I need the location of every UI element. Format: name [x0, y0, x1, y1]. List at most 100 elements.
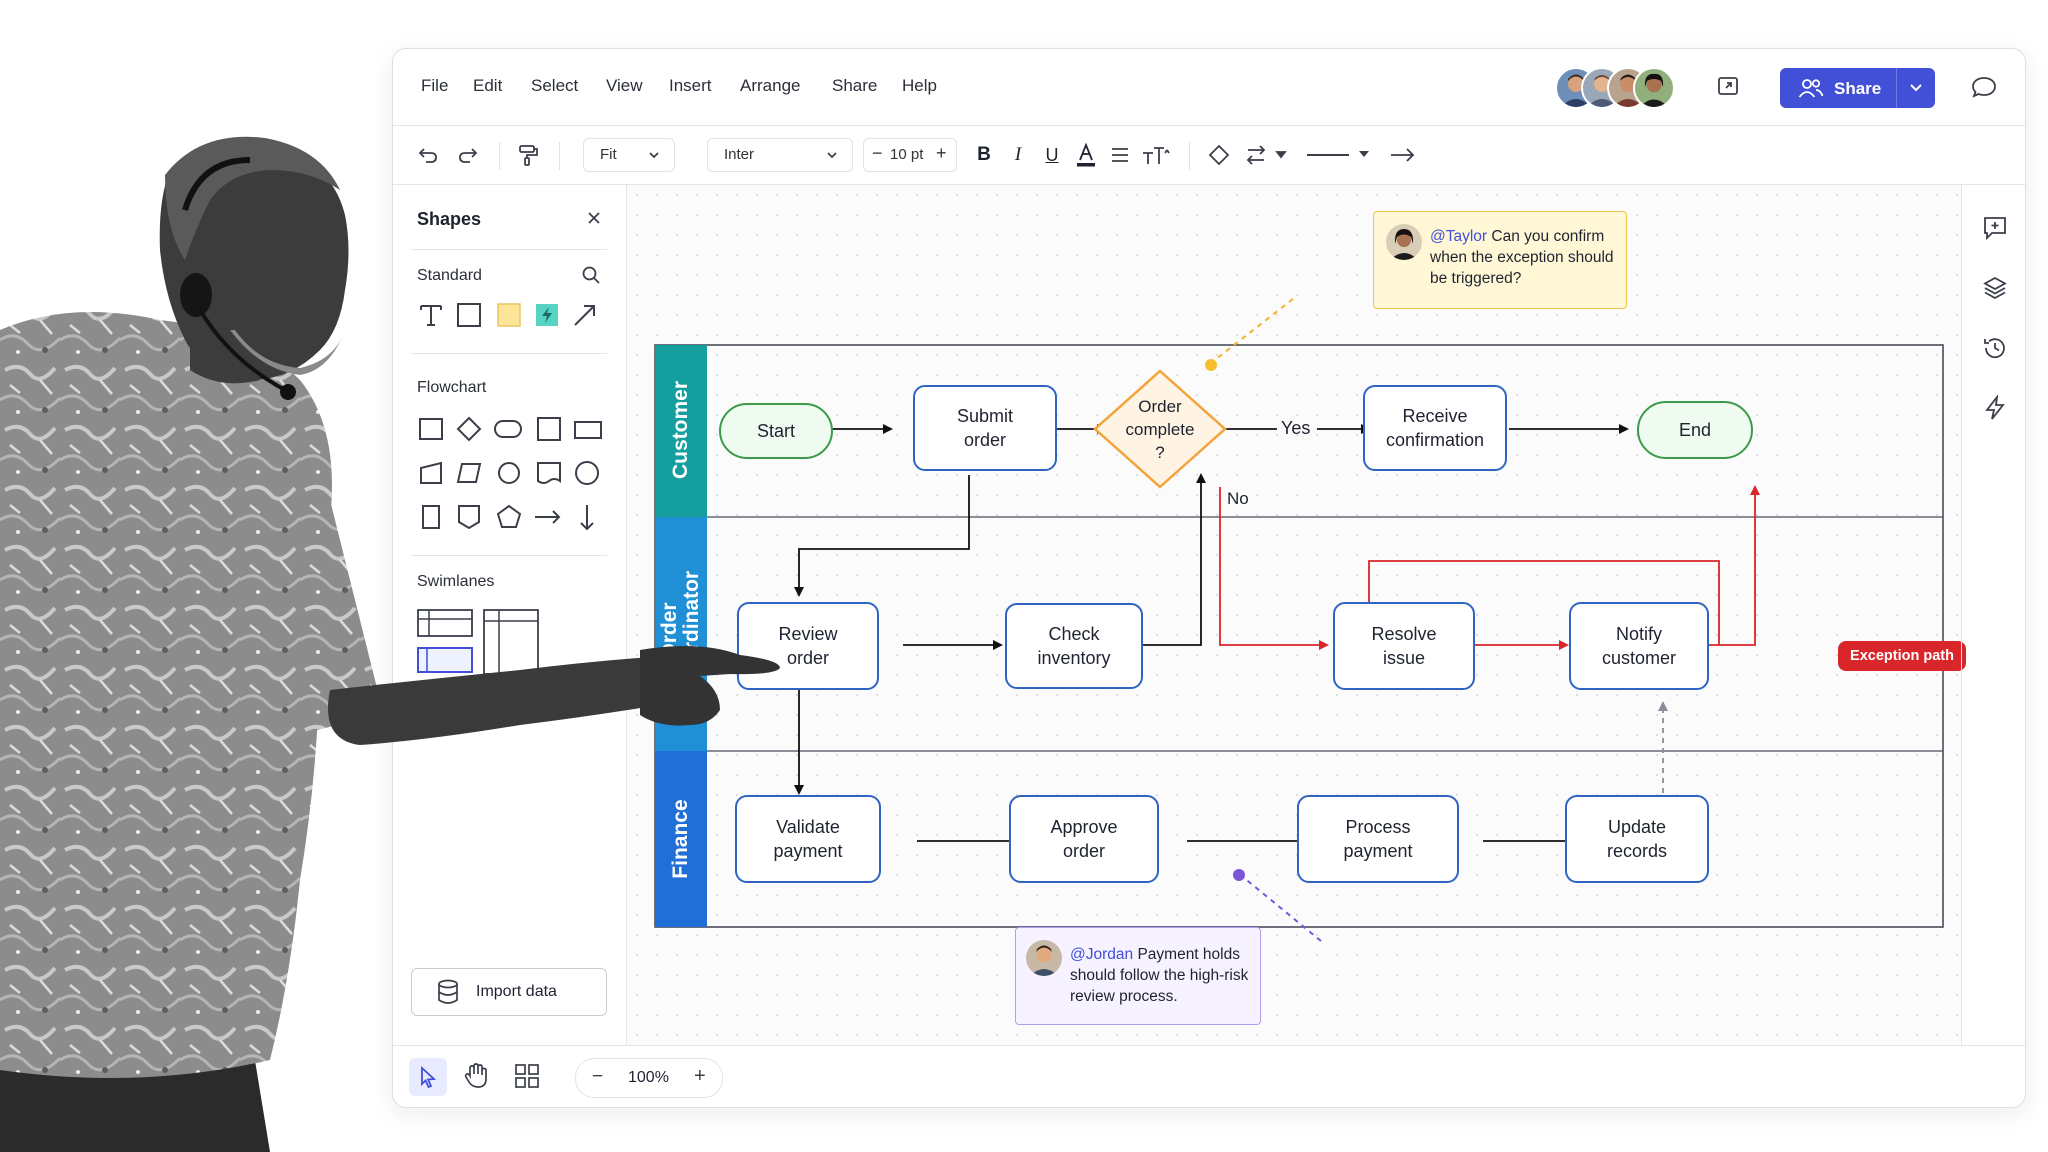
- menu-file[interactable]: File: [421, 76, 448, 96]
- bold-icon[interactable]: B: [973, 140, 995, 170]
- font-dropdown[interactable]: Inter: [707, 138, 853, 172]
- node-end[interactable]: End: [1637, 401, 1753, 459]
- share-label: Share: [1834, 79, 1882, 98]
- menu-help[interactable]: Help: [902, 76, 937, 96]
- line-arrow-icon[interactable]: [571, 301, 599, 329]
- vertical-swimlane-icon[interactable]: [483, 609, 539, 682]
- arrow-right-shape-icon[interactable]: [533, 503, 561, 531]
- wide-rectangle-shape-icon[interactable]: [573, 415, 602, 443]
- text-size-icon[interactable]: [1141, 140, 1171, 170]
- chevron-down-icon: [649, 152, 659, 159]
- zoom-level: 100%: [628, 1069, 669, 1086]
- circle-shape-icon[interactable]: [495, 459, 523, 487]
- menu-insert[interactable]: Insert: [669, 76, 712, 96]
- connector-circle-shape-icon[interactable]: [573, 459, 601, 487]
- manual-operation-shape-icon[interactable]: [455, 459, 483, 487]
- edge-submit-review: [794, 475, 970, 597]
- document-shape-icon[interactable]: [535, 459, 563, 487]
- connector-style-icon[interactable]: [1245, 140, 1289, 170]
- comment-jordan-anchor: [1233, 869, 1245, 881]
- present-icon[interactable]: [1717, 75, 1739, 102]
- menu-edit[interactable]: Edit: [473, 76, 502, 96]
- square-shape-icon[interactable]: [535, 415, 563, 443]
- comment-taylor-anchor: [1205, 359, 1217, 371]
- fit-dropdown[interactable]: Fit: [583, 138, 675, 172]
- shapes-panel: Shapes Standard Flowchart Swimlanes Impo…: [393, 185, 627, 1045]
- font-size-stepper[interactable]: − 10 pt +: [863, 138, 957, 172]
- text-tool-icon[interactable]: [417, 301, 445, 329]
- history-icon[interactable]: [1982, 335, 2008, 366]
- underline-icon[interactable]: U: [1041, 140, 1063, 170]
- edge-no-resolve: [1219, 487, 1329, 650]
- node-resolve-issue[interactable]: Resolve issue: [1333, 602, 1475, 690]
- minus-icon[interactable]: −: [872, 143, 883, 164]
- chevron-down-icon: [827, 152, 837, 159]
- text-color-icon[interactable]: [1075, 140, 1097, 170]
- menu-view[interactable]: View: [606, 76, 643, 96]
- node-review-order[interactable]: Review order: [737, 602, 879, 690]
- layers-icon[interactable]: [1982, 275, 2008, 306]
- node-approve-order[interactable]: Approve order: [1009, 795, 1159, 883]
- comment-taylor-mention[interactable]: @Taylor: [1430, 228, 1487, 245]
- pointer-tool-icon[interactable]: [409, 1058, 447, 1096]
- fit-label: Fit: [600, 146, 617, 163]
- node-notify-customer[interactable]: Notify customer: [1569, 602, 1709, 690]
- node-receive-confirmation[interactable]: Receive confirmation: [1363, 385, 1507, 471]
- redo-icon[interactable]: [455, 140, 481, 170]
- node-submit-order[interactable]: Submit order: [913, 385, 1057, 471]
- horizontal-swimlane-selected-icon[interactable]: [417, 647, 473, 680]
- separator: [499, 142, 500, 170]
- decision-shape-icon[interactable]: [455, 415, 483, 443]
- process-shape-icon[interactable]: [417, 415, 445, 443]
- tall-rectangle-shape-icon[interactable]: [417, 503, 445, 531]
- arrow-down-shape-icon[interactable]: [573, 503, 601, 531]
- zoom-control: − 100% +: [575, 1058, 723, 1098]
- manual-input-shape-icon[interactable]: [417, 459, 445, 487]
- add-comment-icon[interactable]: [1982, 215, 2008, 246]
- horizontal-swimlane-icon[interactable]: [417, 609, 473, 644]
- grid-view-icon[interactable]: [513, 1062, 541, 1095]
- menu-arrange[interactable]: Arrange: [740, 76, 800, 96]
- diagram-canvas[interactable]: Customer Order Coordinator Finance Start…: [627, 185, 1966, 1045]
- comment-jordan-mention[interactable]: @Jordan: [1070, 946, 1133, 963]
- node-start[interactable]: Start: [719, 403, 833, 459]
- lightning-shape-icon[interactable]: [533, 301, 561, 329]
- node-order-complete-decision[interactable]: Order complete ?: [1099, 393, 1221, 465]
- comment-icon[interactable]: [1971, 75, 1997, 104]
- menu-select[interactable]: Select: [531, 76, 578, 96]
- node-update-records[interactable]: Update records: [1565, 795, 1709, 883]
- import-data-button[interactable]: Import data: [411, 968, 607, 1016]
- format-painter-icon[interactable]: [515, 140, 541, 170]
- import-data-label: Import data: [476, 983, 557, 1000]
- edge-label-no: No: [1227, 489, 1249, 508]
- lightning-icon[interactable]: [1982, 393, 2008, 426]
- align-icon[interactable]: [1109, 140, 1131, 170]
- share-button[interactable]: Share: [1780, 68, 1935, 108]
- arrow-end-icon[interactable]: [1388, 140, 1418, 170]
- line-style-icon[interactable]: [1303, 140, 1373, 170]
- close-icon[interactable]: [585, 209, 603, 232]
- rectangle-shape-icon[interactable]: [455, 301, 483, 329]
- menu-share[interactable]: Share: [832, 76, 877, 96]
- comment-jordan[interactable]: @Jordan Payment holds should follow the …: [1015, 927, 1261, 1025]
- comment-taylor[interactable]: @Taylor Can you confirm when the excepti…: [1373, 211, 1627, 309]
- pentagon-shape-icon[interactable]: [495, 503, 523, 531]
- hand-tool-icon[interactable]: [463, 1062, 489, 1095]
- terminator-shape-icon[interactable]: [493, 415, 522, 443]
- node-check-inventory[interactable]: Check inventory: [1005, 603, 1143, 689]
- undo-icon[interactable]: [415, 140, 441, 170]
- chevron-down-icon[interactable]: [1908, 81, 1924, 100]
- zoom-out-icon[interactable]: −: [592, 1066, 603, 1088]
- italic-icon[interactable]: I: [1007, 140, 1029, 170]
- avatar[interactable]: [1633, 67, 1675, 109]
- node-validate-payment[interactable]: Validate payment: [735, 795, 881, 883]
- search-icon[interactable]: [581, 265, 601, 290]
- node-process-payment[interactable]: Process payment: [1297, 795, 1459, 883]
- fill-icon[interactable]: [1207, 140, 1231, 170]
- app-window: File Edit Select View Insert Arrange Sha…: [392, 48, 2026, 1108]
- plus-icon[interactable]: +: [936, 143, 947, 164]
- off-page-shape-icon[interactable]: [455, 503, 483, 531]
- zoom-in-icon[interactable]: +: [694, 1065, 706, 1088]
- sticky-note-icon[interactable]: [495, 301, 523, 329]
- toolbar: Fit Inter − 10 pt + B I U: [393, 126, 2025, 185]
